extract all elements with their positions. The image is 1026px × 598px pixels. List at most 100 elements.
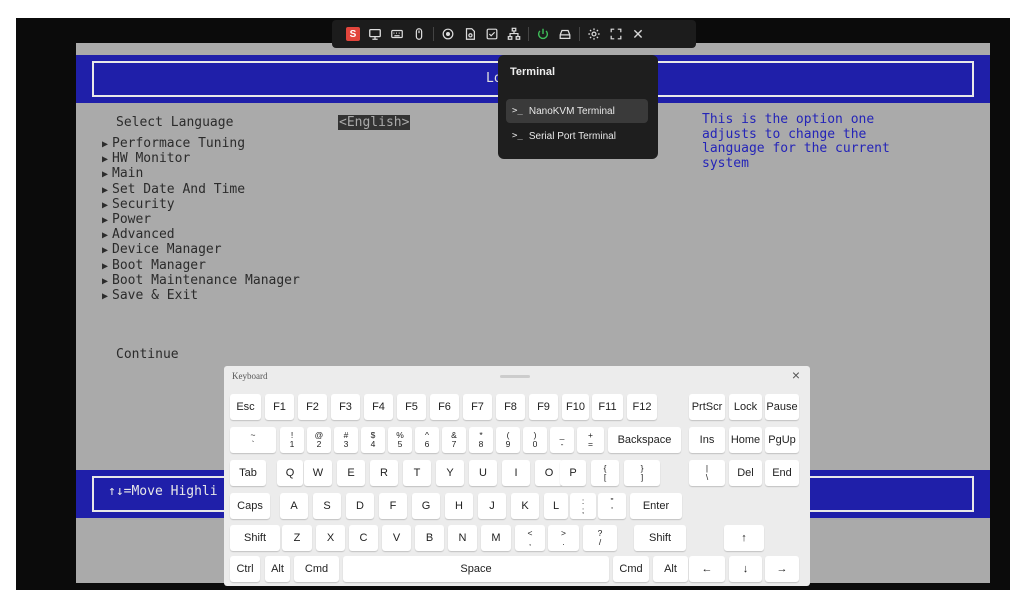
arrow-up-key[interactable]: ↑ [724,525,764,551]
key-4[interactable]: $4 [361,427,385,453]
key-2[interactable]: @2 [307,427,331,453]
key-q[interactable]: Q [277,460,303,486]
key-f11[interactable]: F11 [592,394,623,420]
bios-menu-item[interactable]: ▶ Boot Maintenance Manager [102,273,300,289]
key-f1[interactable]: F1 [265,394,294,420]
bios-menu-item[interactable]: ▶ HW Monitor [102,151,190,167]
bios-menu-item[interactable]: ▶ Main [102,166,143,182]
key-shift[interactable]: Shift [634,525,686,551]
key-symbol[interactable]: >. [548,525,579,551]
key-f8[interactable]: F8 [496,394,525,420]
key-t[interactable]: T [403,460,431,486]
key-pgup[interactable]: PgUp [765,427,799,453]
nanokvm-logo-icon[interactable]: S [342,20,364,48]
key-symbol[interactable]: {[ [591,460,619,486]
key-j[interactable]: J [478,493,506,519]
network-icon[interactable] [503,20,525,48]
key-symbol[interactable]: | \ [689,460,725,486]
key-pause[interactable]: Pause [765,394,799,420]
key-symbol[interactable]: ? / [583,525,617,551]
key-home[interactable]: Home [729,427,762,453]
key-backspace[interactable]: Backspace [608,427,681,453]
key-v[interactable]: V [382,525,411,551]
key-c[interactable]: C [349,525,378,551]
key-k[interactable]: K [511,493,539,519]
key-5[interactable]: % 5 [388,427,412,453]
key-u[interactable]: U [469,460,497,486]
key-y[interactable]: Y [436,460,464,486]
nanokvm-terminal-item[interactable]: >_ NanoKVM Terminal [506,99,648,123]
key-f2[interactable]: F2 [298,394,327,420]
key-enter[interactable]: Enter [630,493,682,519]
bios-menu-item[interactable]: ▶ Performace Tuning [102,136,245,152]
key-f5[interactable]: F5 [397,394,426,420]
fullscreen-icon[interactable] [605,20,627,48]
file-icon[interactable] [459,20,481,48]
key-symbol[interactable]: _ - [550,427,574,453]
key-f[interactable]: F [379,493,407,519]
bios-menu-item[interactable]: ▶ Device Manager [102,242,222,258]
key-tab[interactable]: Tab [230,460,266,486]
drag-handle[interactable] [500,375,530,378]
key-cmd[interactable]: Cmd [294,556,339,582]
key-f9[interactable]: F9 [529,394,558,420]
mouse-icon[interactable] [408,20,430,48]
key-f3[interactable]: F3 [331,394,360,420]
key-9[interactable]: (9 [496,427,520,453]
key-z[interactable]: Z [282,525,312,551]
key-f4[interactable]: F4 [364,394,393,420]
key-f6[interactable]: F6 [430,394,459,420]
key-f12[interactable]: F12 [627,394,657,420]
arrow-down-key[interactable]: ↓ [729,556,762,582]
key-g[interactable]: G [412,493,440,519]
key-0[interactable]: ) 0 [523,427,547,453]
keyboard-close-icon[interactable]: × [792,367,800,383]
key-ctrl[interactable]: Ctrl [230,556,260,582]
bios-menu-item[interactable]: ▶ Set Date And Time [102,182,245,198]
key-shift[interactable]: Shift [230,525,280,551]
key-3[interactable]: #3 [334,427,358,453]
key-b[interactable]: B [415,525,444,551]
key-r[interactable]: R [370,460,398,486]
key-caps[interactable]: Caps [230,493,270,519]
key-7[interactable]: & 7 [442,427,466,453]
key-a[interactable]: A [280,493,308,519]
bios-menu-item[interactable]: ▶ Boot Manager [102,258,206,274]
bios-menu-item[interactable]: ▶ Power [102,212,151,228]
key-symbol[interactable]: ~ ` [230,427,276,453]
key-esc[interactable]: Esc [230,394,261,420]
key-p[interactable]: P [560,460,586,486]
key-6[interactable]: ^ 6 [415,427,439,453]
key-e[interactable]: E [337,460,365,486]
settings-icon[interactable] [583,20,605,48]
key-d[interactable]: D [346,493,374,519]
keyboard-icon[interactable] [386,20,408,48]
key-symbol[interactable]: " ' [598,493,626,519]
bios-menu-item[interactable]: ▶ Advanced [102,227,175,243]
key-n[interactable]: N [448,525,477,551]
target-icon[interactable] [437,20,459,48]
key-del[interactable]: Del [729,460,762,486]
key-h[interactable]: H [445,493,473,519]
key-alt[interactable]: Alt [653,556,688,582]
key-end[interactable]: End [765,460,799,486]
arrow-left-key[interactable]: ← [689,556,725,582]
monitor-icon[interactable] [364,20,386,48]
key-f10[interactable]: F10 [562,394,589,420]
key-symbol[interactable]: :; [570,493,596,519]
key-space[interactable]: Space [343,556,609,582]
key-8[interactable]: * 8 [469,427,493,453]
storage-icon[interactable] [554,20,576,48]
key-m[interactable]: M [481,525,511,551]
key-symbol[interactable]: <, [515,525,545,551]
close-icon[interactable]: ✕ [627,20,649,48]
key-x[interactable]: X [316,525,345,551]
key-s[interactable]: S [313,493,341,519]
key-symbol[interactable]: + = [577,427,604,453]
key-i[interactable]: I [502,460,530,486]
serial-port-terminal-item[interactable]: >_ Serial Port Terminal [506,124,648,148]
key-f7[interactable]: F7 [463,394,492,420]
key-ins[interactable]: Ins [689,427,725,453]
bios-menu-item[interactable]: ▶ Save & Exit [102,288,198,304]
key-alt[interactable]: Alt [265,556,290,582]
